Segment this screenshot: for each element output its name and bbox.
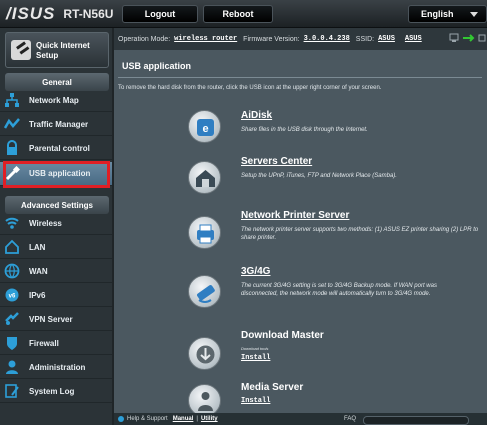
sidebar-item-label: VPN Server: [29, 314, 73, 324]
3g4g-link[interactable]: 3G/4G: [241, 266, 270, 277]
brand: /ISUS RT-N56U: [6, 4, 113, 24]
printer-server-icon[interactable]: [188, 216, 221, 249]
asus-logo: /ISUS: [6, 4, 56, 23]
app-aidisk: e AiDisk Share files in the USB disk thr…: [188, 110, 448, 150]
page-title: USB application: [118, 58, 482, 78]
usb-status-icon[interactable]: [463, 33, 475, 43]
quick-setup-label: Quick Internet Setup: [36, 41, 90, 60]
ssid-5g-link[interactable]: ASUS: [405, 35, 422, 43]
sidebar-item-vpn-server[interactable]: VPN Server: [0, 308, 112, 331]
app-download-master: Download Master Download tools Install: [188, 330, 448, 370]
router-model: RT-N56U: [63, 7, 114, 21]
operation-status-bar: Operation Mode: wireless router Firmware…: [114, 28, 487, 50]
sidebar-item-lan[interactable]: LAN: [0, 236, 112, 259]
sidebar-item-label: WAN: [29, 266, 48, 276]
sidebar: Quick Internet Setup General Network Map…: [0, 28, 112, 425]
servers-center-link[interactable]: Servers Center: [241, 156, 312, 167]
lan-icon: [4, 239, 20, 255]
admin-icon: [4, 359, 20, 375]
sidebar-item-firewall[interactable]: Firewall: [0, 332, 112, 355]
media-server-title: Media Server: [241, 382, 304, 393]
sidebar-item-wireless[interactable]: Wireless: [0, 212, 112, 235]
sidebar-item-label: Network Map: [29, 95, 79, 105]
aidisk-link[interactable]: AiDisk: [241, 110, 272, 121]
network-map-icon: [4, 92, 20, 108]
vpn-icon: [4, 311, 20, 327]
sidebar-item-label: Parental control: [29, 143, 90, 153]
footer-separator: |: [196, 416, 198, 422]
wan-icon: [4, 263, 20, 279]
servers-center-icon[interactable]: [188, 161, 221, 194]
ipv6-icon: v6: [4, 287, 20, 303]
language-label: English: [421, 9, 454, 19]
sidebar-item-label: Administration: [29, 362, 86, 372]
firmware-label: Firmware Version:: [243, 35, 300, 43]
svg-text:v6: v6: [9, 294, 16, 300]
top-bar: /ISUS RT-N56U Logout Reboot English: [0, 0, 487, 28]
download-master-install-link[interactable]: Install: [241, 354, 270, 362]
network-printer-server-description: The network printer server supports two …: [241, 227, 479, 241]
reboot-button[interactable]: Reboot: [203, 5, 273, 23]
sidebar-item-label: Firewall: [29, 338, 59, 348]
faq-label: FAQ: [344, 416, 357, 422]
help-support-label: Help & Support: [127, 416, 168, 422]
app-network-printer-server: Network Printer Server The network print…: [188, 210, 478, 250]
sidebar-item-label: IPv6: [29, 290, 46, 300]
svg-text:e: e: [202, 123, 208, 135]
traffic-manager-icon: [3, 116, 20, 132]
ssid-2g-link[interactable]: ASUS: [378, 35, 395, 43]
sidebar-item-ipv6[interactable]: v6 IPv6: [0, 284, 112, 307]
help-icon: [118, 416, 124, 422]
sidebar-item-system-log[interactable]: System Log: [0, 380, 112, 403]
media-server-install-link[interactable]: Install: [241, 397, 270, 405]
sidebar-item-label: Wireless: [29, 218, 62, 228]
firewall-icon: [4, 335, 20, 351]
aidisk-description: Share files in the USB disk through the …: [241, 127, 368, 133]
operation-mode-label: Operation Mode:: [118, 35, 171, 43]
chevron-down-icon: [470, 12, 478, 17]
app-media-server: Media Server Install: [188, 382, 448, 417]
logout-button[interactable]: Logout: [122, 5, 198, 23]
usb-modem-icon[interactable]: [188, 275, 221, 308]
wireless-icon: [4, 215, 20, 231]
app-servers-center: Servers Center Setup the UPnP, iTunes, F…: [188, 156, 448, 196]
ssid-label: SSID:: [355, 35, 375, 43]
quick-internet-setup-button[interactable]: Quick Internet Setup: [5, 32, 109, 68]
client-status-icon[interactable]: [449, 33, 459, 43]
sidebar-item-administration[interactable]: Administration: [0, 356, 112, 379]
sidebar-item-wan[interactable]: WAN: [0, 260, 112, 283]
selection-highlight: [3, 161, 110, 188]
sidebar-item-parental-control[interactable]: Parental control: [0, 137, 112, 160]
operation-mode-link[interactable]: wireless router: [174, 35, 237, 43]
network-printer-server-link[interactable]: Network Printer Server: [241, 210, 349, 221]
servers-center-description: Setup the UPnP, iTunes, FTP and Network …: [241, 173, 397, 179]
sidebar-item-traffic-manager[interactable]: Traffic Manager: [0, 113, 112, 136]
firmware-version-link[interactable]: 3.0.0.4.238: [304, 35, 350, 43]
sidebar-item-label: Traffic Manager: [29, 119, 89, 129]
parental-control-icon: [4, 140, 20, 156]
download-master-title: Download Master: [241, 330, 324, 341]
download-master-description: Download tools: [241, 346, 269, 351]
3g4g-description: The current 3G/4G setting is set to 3G/4…: [241, 283, 437, 297]
aidisk-icon[interactable]: e: [188, 110, 221, 143]
download-master-icon[interactable]: [188, 337, 221, 370]
wand-icon: [11, 40, 31, 60]
utility-link[interactable]: Utility: [201, 416, 218, 422]
sidebar-item-label: LAN: [29, 242, 46, 252]
sidebar-item-label: System Log: [29, 386, 75, 396]
manual-link[interactable]: Manual: [173, 416, 194, 422]
internet-status-icon[interactable]: [478, 33, 487, 43]
faq-search-input[interactable]: [363, 416, 469, 425]
app-3g4g: 3G/4G The current 3G/4G setting is set t…: [188, 266, 448, 314]
sidebar-item-network-map[interactable]: Network Map: [0, 89, 112, 112]
system-log-icon: [4, 383, 20, 399]
language-select[interactable]: English: [408, 5, 487, 23]
usb-remove-hint: To remove the hard disk from the router,…: [118, 85, 382, 91]
